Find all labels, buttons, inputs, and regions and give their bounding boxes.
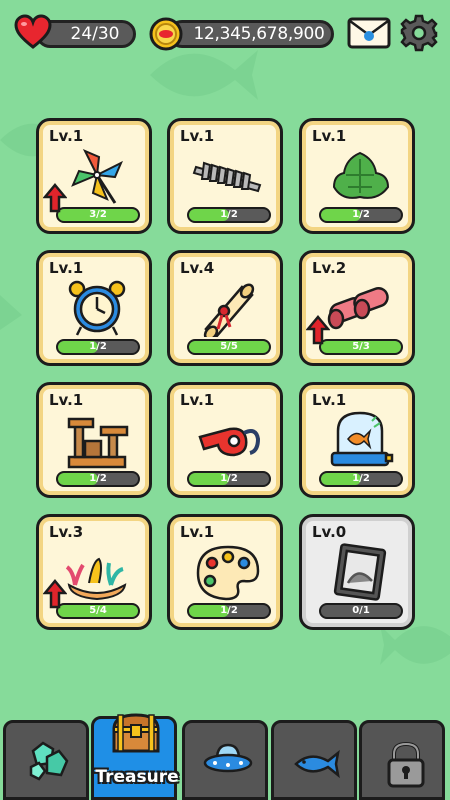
tab-treasure-label: Treasure — [95, 767, 179, 787]
item-level: Lv.1 — [49, 127, 84, 145]
status-bar: 24/30 12,345,678,900 — [0, 0, 450, 66]
whistle-icon — [198, 427, 261, 457]
fish-icon — [294, 749, 340, 779]
item-progress-text: 1/2 — [352, 209, 370, 220]
tab-ufo[interactable] — [182, 720, 268, 800]
scroll-icon — [203, 283, 255, 337]
catnip-leaf-icon — [332, 151, 390, 199]
item-level: Lv.4 — [180, 259, 215, 277]
binoculars-icon — [327, 287, 389, 330]
item-card[interactable]: Lv.3 5/4 — [36, 514, 152, 630]
item-level: Lv.1 — [312, 127, 347, 145]
gear-icon[interactable] — [400, 14, 438, 52]
item-progress-bar: 1/2 — [56, 339, 140, 355]
item-level: Lv.1 — [180, 127, 215, 145]
item-progress-bar: 1/2 — [319, 471, 403, 487]
item-progress-bar: 1/2 — [187, 207, 271, 223]
alarm-clock-icon — [68, 280, 126, 336]
item-progress-text: 1/2 — [220, 605, 238, 616]
item-progress-text: 1/2 — [220, 473, 238, 484]
tab-locked[interactable] — [359, 720, 445, 800]
padlock-icon — [387, 741, 425, 788]
coin-icon — [149, 17, 183, 51]
item-level: Lv.3 — [49, 523, 84, 541]
item-level: Lv.1 — [180, 391, 215, 409]
tab-fish[interactable] — [271, 720, 357, 800]
bottom-nav: Treasure — [0, 713, 450, 800]
upgrade-arrow-icon — [43, 183, 67, 213]
item-progress-text: 1/2 — [352, 473, 370, 484]
paint-palette-icon — [196, 545, 260, 601]
item-card[interactable]: Lv.1 1/2 — [36, 382, 152, 498]
item-progress-bar: 0/1 — [319, 603, 403, 619]
heart-icon — [14, 14, 52, 49]
item-progress-text: 1/2 — [220, 209, 238, 220]
item-progress-text: 5/5 — [220, 341, 238, 352]
item-card[interactable]: Lv.1 1/2 — [167, 382, 283, 498]
item-card[interactable]: Lv.1 1/2 — [167, 514, 283, 630]
ufo-icon — [203, 743, 253, 773]
treasure-chest-icon — [112, 713, 160, 753]
item-level: Lv.1 — [49, 259, 84, 277]
item-level: Lv.0 — [312, 523, 347, 541]
item-progress-text: 1/2 — [89, 473, 107, 484]
item-progress-text: 5/3 — [352, 341, 370, 352]
item-progress-bar: 1/2 — [56, 471, 140, 487]
item-progress-bar: 3/2 — [56, 207, 140, 223]
item-progress-bar: 1/2 — [187, 471, 271, 487]
coins-value: 12,345,678,900 — [193, 24, 325, 44]
item-level: Lv.2 — [312, 259, 347, 277]
item-progress-text: 5/4 — [89, 605, 107, 616]
gem-icon — [29, 741, 69, 781]
cat-tower-icon — [67, 417, 129, 469]
item-level: Lv.1 — [180, 523, 215, 541]
item-level: Lv.1 — [49, 391, 84, 409]
hearts-value: 24/30 — [70, 24, 120, 44]
item-progress-bar: 5/4 — [56, 603, 140, 619]
background-fish-icon — [0, 295, 22, 330]
item-progress-bar: 5/3 — [319, 339, 403, 355]
item-progress-text: 0/1 — [352, 605, 370, 616]
item-progress-text: 1/2 — [89, 341, 107, 352]
item-progress-bar: 1/2 — [187, 603, 271, 619]
item-card[interactable]: Lv.1 1/2 — [299, 118, 415, 234]
fish-tank-icon — [330, 411, 394, 467]
upgrade-arrow-icon — [43, 579, 67, 609]
item-progress-text: 3/2 — [89, 209, 107, 220]
item-progress-bar: 5/5 — [187, 339, 271, 355]
coral-icon — [65, 557, 127, 601]
item-card[interactable]: Lv.1 1/2 — [36, 250, 152, 366]
item-progress-bar: 1/2 — [319, 207, 403, 223]
upgrade-arrow-icon — [306, 315, 330, 345]
pinwheel-icon — [71, 149, 123, 204]
coins-counter: 12,345,678,900 — [168, 20, 334, 48]
item-card[interactable]: Lv.0 0/1 — [299, 514, 415, 630]
item-level: Lv.1 — [312, 391, 347, 409]
photo-frame-icon — [333, 543, 387, 601]
mail-icon[interactable] — [347, 16, 391, 50]
item-card[interactable]: Lv.1 1/2 — [299, 382, 415, 498]
item-card[interactable]: Lv.1 1/2 — [167, 118, 283, 234]
item-card[interactable]: Lv.4 5/5 — [167, 250, 283, 366]
bolt-spring-icon — [192, 161, 262, 193]
tab-treasure[interactable]: Treasure — [91, 713, 179, 800]
item-card[interactable]: Lv.2 5/3 — [299, 250, 415, 366]
item-card[interactable]: Lv.1 3/2 — [36, 118, 152, 234]
tab-gems[interactable] — [3, 720, 89, 800]
